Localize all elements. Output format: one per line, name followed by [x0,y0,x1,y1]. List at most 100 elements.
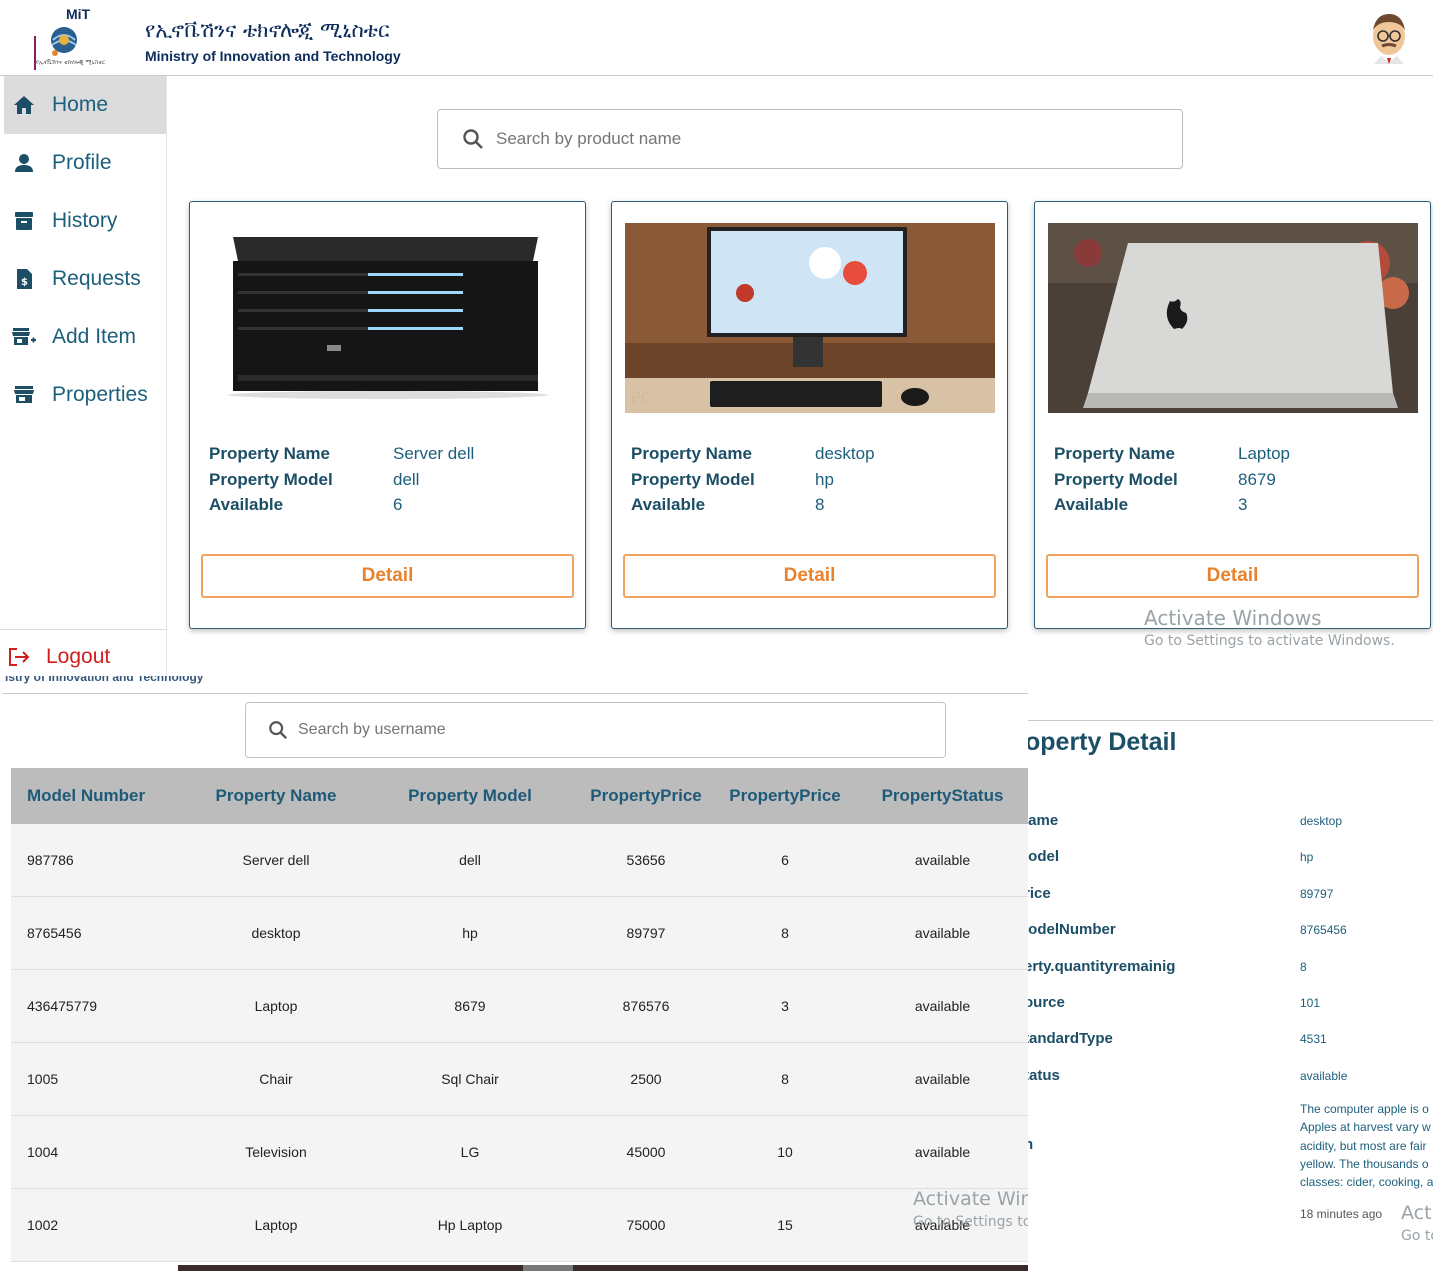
detail-button[interactable]: Detail [623,554,996,598]
sidebar-item-home[interactable]: Home [4,76,166,134]
detail-label: n [1028,1136,1034,1153]
cell-property-quantity: 8 [781,1071,789,1087]
column-header[interactable]: Property Name [191,786,361,806]
property-model-value: dell [393,470,420,489]
property-model-row: Property Model hp [631,470,834,490]
horizontal-scrollbar[interactable] [178,1265,1028,1271]
property-model-row: Property Model dell [209,470,419,490]
property-card: PC Property Name desktop Property Model … [611,201,1008,629]
table-row[interactable]: 1005 Chair Sql Chair 2500 8 available [11,1043,1028,1116]
cell-property-model: hp [462,925,478,941]
sidebar-item-properties[interactable]: Properties [4,366,166,424]
detail-value: 101 [1300,996,1321,1010]
property-name-value: Laptop [1238,444,1290,463]
cell-property-status: available [914,998,971,1014]
activate-windows-subtitle: Go to Settings to [913,1214,1028,1230]
detail-button[interactable]: Detail [1046,554,1419,598]
ministry-title-english: Ministry of Innovation and Technology [145,48,401,64]
cell-property-quantity: 15 [777,1217,793,1233]
cell-model-number: 436475779 [27,998,98,1014]
detail-label: rice [1028,885,1051,902]
property-name-label: Property Name [631,444,752,463]
cell-model-number: 8765456 [27,925,82,941]
logout-button[interactable]: Logout [0,629,167,683]
cell-property-price: 89797 [626,925,666,941]
username-search-input[interactable]: Search by username [245,702,946,758]
home-icon [10,93,38,117]
available-label: Available [209,495,284,514]
sidebar-item-label: Add Item [52,325,137,348]
activate-windows-subtitle: Go to [1401,1228,1433,1244]
ministry-title-amharic: የኢኖቬሽንና ቴክኖሎጂ ሚኒስቴር [145,18,390,42]
cell-property-status: available [914,852,971,868]
sidebar-item-history[interactable]: History [4,192,166,250]
table-row[interactable]: 987786 Server dell dell 53656 6 availabl… [11,824,1028,897]
cell-property-model: dell [459,852,481,868]
cell-property-price: 2500 [630,1071,662,1087]
sidebar-item-profile[interactable]: Profile [4,134,166,192]
cell-property-status: available [914,925,971,941]
sidebar-item-requests[interactable]: $ Requests [4,250,166,308]
sidebar-nav: Home Profile History $ Requests Add Item… [0,76,167,676]
logout-icon [9,647,30,666]
sidebar-item-label: Requests [52,267,141,290]
property-name-row: Property Name Laptop [1054,444,1290,464]
detail-label: lodelNumber [1028,921,1116,938]
property-name-row: Property Name Server dell [209,444,474,464]
table-row[interactable]: 436475779 Laptop 8679 876576 3 available [11,970,1028,1043]
laptop-image [1048,223,1418,413]
page-title: operty Detail [1028,728,1177,756]
description-line: yellow. The thousands o [1300,1156,1429,1171]
property-model-label: Property Model [631,470,755,489]
description-line: The computer apple is o [1300,1102,1429,1116]
cell-property-name: Server dell [242,852,310,868]
cell-property-name: desktop [251,925,301,941]
history-table: Model Number Property Name Property Mode… [11,768,1028,1262]
cell-model-number: 1002 [27,1217,59,1233]
property-name-row: Property Name desktop [631,444,875,464]
available-row: Available 6 [209,495,402,515]
column-header[interactable]: PropertyPrice [579,786,713,806]
cell-property-status: available [914,1144,971,1160]
detail-value: desktop [1300,814,1343,828]
column-header[interactable]: Property Model [361,786,579,806]
store-icon [10,383,38,407]
svg-text:PC: PC [631,388,652,407]
column-header[interactable]: PropertyPrice [713,786,857,806]
property-name-value: Server dell [393,444,475,463]
column-header[interactable]: Model Number [11,786,191,806]
request-icon: $ [10,267,38,291]
available-value: 3 [1238,495,1248,514]
table-row[interactable]: 1002 Laptop Hp Laptop 75000 15 available [11,1189,1028,1262]
user-avatar[interactable] [1366,10,1412,64]
search-placeholder: Search by product name [496,129,682,148]
cut-header-text: istry of Innovation and Technology [5,676,204,684]
available-value: 8 [815,495,825,514]
cell-property-model: 8679 [454,998,486,1014]
cell-property-price: 876576 [622,998,670,1014]
property-model-value: hp [815,470,834,489]
table-row[interactable]: 1004 Television LG 45000 10 available [11,1116,1028,1189]
cell-property-name: Chair [259,1071,293,1087]
detail-value: available [1300,1069,1348,1083]
ministry-logo[interactable]: MiT የኢኖቬሽንና ቴክኖሎጂ ሚኒስቴር [34,6,134,70]
divider [1028,720,1433,721]
activate-windows-subtitle: Go to Settings to activate Windows. [1144,633,1395,649]
detail-value: 8765456 [1300,923,1347,937]
detail-label: lame [1028,812,1059,829]
top-header: MiT የኢኖቬሽንና ቴክኖሎጂ ሚኒስቴር የኢኖቬሽንና ቴክኖሎጂ ሚኒ… [0,0,1433,76]
detail-button[interactable]: Detail [201,554,574,598]
product-search-input[interactable]: Search by product name [437,109,1183,169]
available-row: Available 3 [1054,495,1247,515]
detail-value: 8 [1300,960,1307,974]
sidebar-item-add-item[interactable]: Add Item [4,308,166,366]
globe-logo-icon [51,27,77,56]
svg-text:$: $ [21,277,28,288]
cell-property-price: 75000 [626,1217,666,1233]
table-row[interactable]: 8765456 desktop hp 89797 8 available [11,897,1028,970]
detail-value: hp [1300,850,1314,864]
cell-model-number: 987786 [27,852,74,868]
cell-property-price: 45000 [626,1144,666,1160]
column-header[interactable]: PropertyStatus [857,786,1028,806]
scrollbar-thumb[interactable] [523,1265,573,1271]
